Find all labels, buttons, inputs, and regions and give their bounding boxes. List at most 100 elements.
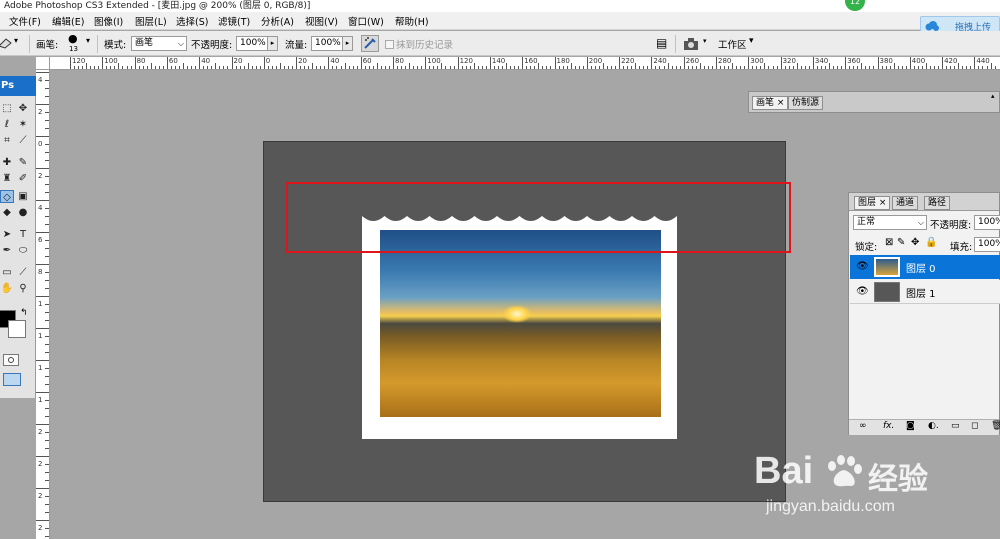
swap-colors-icon[interactable]: ↰ <box>20 308 28 318</box>
tab-channels[interactable]: 通道 <box>892 196 919 210</box>
dodge-tool-icon[interactable]: ● <box>16 206 30 219</box>
palette-well-icon[interactable]: ▤ <box>656 36 667 50</box>
ruler-corner[interactable] <box>36 57 50 70</box>
ruler-tick <box>643 66 645 69</box>
path-selection-tool-icon[interactable]: ➤ <box>0 228 14 241</box>
lock-position-icon[interactable]: ✥ <box>911 237 919 248</box>
camera-arrow[interactable]: ▾ <box>703 37 707 45</box>
flow-slider-button[interactable]: ▸ <box>342 36 353 51</box>
magic-wand-tool-icon[interactable]: ✶ <box>16 118 30 131</box>
workspace-chevron-icon[interactable]: ▾ <box>749 36 754 46</box>
ruler-tick <box>45 152 49 153</box>
mode-select[interactable]: 画笔 ⌵ <box>131 36 187 51</box>
ruler-tick <box>994 66 996 69</box>
shape-tool-icon[interactable]: ⬭ <box>16 244 30 257</box>
delete-layer-icon[interactable]: 🗑 <box>991 421 1000 431</box>
airbrush-button[interactable] <box>361 35 379 52</box>
screen-mode-button[interactable] <box>3 373 21 386</box>
ruler-vertical[interactable]: 4 2 0 2 4 6 8 1 1 1 1 2 2 2 2 <box>36 70 50 539</box>
lock-transparency-icon[interactable]: ⊠ <box>885 237 893 248</box>
crop-tool-icon[interactable]: ⌗ <box>0 134 14 147</box>
brush-picker-arrow[interactable]: ▾ <box>86 36 90 45</box>
ruler-tick <box>602 63 604 69</box>
collapse-icon[interactable]: ▴ <box>991 92 995 100</box>
quick-mask-button[interactable] <box>3 354 19 366</box>
ruler-label: 40 <box>201 57 211 65</box>
notes-tool-icon[interactable]: ▭ <box>0 266 14 279</box>
ruler-tick <box>655 66 657 69</box>
pen-tool-icon[interactable]: ✒ <box>0 244 14 257</box>
close-icon[interactable]: × <box>879 198 887 208</box>
brush-tool-icon[interactable]: ✎ <box>16 156 30 169</box>
opacity-slider-button[interactable]: ▸ <box>267 36 278 51</box>
zoom-tool-icon[interactable]: ⚲ <box>16 282 30 295</box>
ruler-tick <box>45 184 49 185</box>
ruler-tick <box>134 57 136 69</box>
menu-view[interactable]: 视图(V) <box>305 14 338 28</box>
ruler-horizontal[interactable]: 120 100 80 60 40 20 0 20 40 60 80 100 120 140 160 180 20… <box>50 57 1000 70</box>
ruler-tick <box>292 66 294 69</box>
ruler-tick <box>631 66 633 69</box>
gradient-tool-icon[interactable]: ▣ <box>16 190 30 203</box>
add-mask-icon[interactable]: ◙ <box>906 421 915 431</box>
hand-tool-icon[interactable]: ✋ <box>0 282 14 295</box>
flow-input[interactable]: 100% <box>311 36 343 51</box>
brush-dot-icon[interactable]: ● <box>68 32 78 45</box>
layer-row[interactable]: 👁 图层 1 <box>850 280 1000 304</box>
menu-help[interactable]: 帮助(H) <box>395 14 429 28</box>
healing-brush-tool-icon[interactable]: ✚ <box>0 156 14 169</box>
lock-all-icon[interactable]: 🔒 <box>925 237 937 248</box>
fx-icon[interactable]: fx. <box>883 421 894 431</box>
menu-select[interactable]: 选择(S) <box>176 14 208 28</box>
camera-icon[interactable] <box>683 37 701 51</box>
adjustment-layer-icon[interactable]: ◐. <box>928 421 939 431</box>
visibility-eye-icon[interactable]: 👁 <box>856 261 869 272</box>
slice-tool-icon[interactable]: ⟋ <box>16 134 30 147</box>
blend-mode-select[interactable]: 正常 ⌵ <box>853 215 927 230</box>
type-tool-icon[interactable]: T <box>16 228 30 241</box>
lock-paint-icon[interactable]: ✎ <box>897 237 905 248</box>
layer-opacity-input[interactable]: 100% <box>974 215 1000 230</box>
workspace-button[interactable]: 工作区 <box>718 37 747 51</box>
ruler-tick <box>958 63 960 69</box>
ruler-tick <box>453 66 455 69</box>
eraser-tool-icon[interactable]: ◇ <box>0 190 14 203</box>
menu-layer[interactable]: 图层(L) <box>135 14 167 28</box>
new-group-icon[interactable]: ▭ <box>951 421 960 431</box>
marquee-tool-icon[interactable]: ⬚ <box>0 102 14 115</box>
close-icon[interactable]: × <box>777 98 785 108</box>
menu-window[interactable]: 窗口(W) <box>348 14 384 28</box>
opacity-input[interactable]: 100% <box>236 36 268 51</box>
menu-edit[interactable]: 编辑(E) <box>52 14 84 28</box>
menu-image[interactable]: 图像(I) <box>94 14 123 28</box>
ruler-tick <box>170 66 172 69</box>
history-checkbox[interactable] <box>385 40 394 49</box>
ruler-tick <box>90 66 92 69</box>
fill-input[interactable]: 100% <box>974 237 1000 252</box>
history-brush-tool-icon[interactable]: ✐ <box>16 172 30 185</box>
tab-paths[interactable]: 路径 <box>924 196 951 210</box>
menu-filter[interactable]: 滤镜(T) <box>218 14 250 28</box>
clone-stamp-tool-icon[interactable]: ♜ <box>0 172 14 185</box>
new-layer-icon[interactable]: ◻ <box>971 421 978 431</box>
eraser-tool-icon[interactable] <box>0 37 12 49</box>
tool-preset-arrow[interactable]: ▾ <box>14 36 18 45</box>
tab-clone-source[interactable]: 仿制源 <box>788 96 824 110</box>
tab-layers[interactable]: 图层 × <box>854 196 891 210</box>
background-color-swatch[interactable] <box>8 320 26 338</box>
ruler-tick <box>413 66 415 69</box>
blur-tool-icon[interactable]: ◆ <box>0 206 14 219</box>
menu-analysis[interactable]: 分析(A) <box>261 14 294 28</box>
tab-brush[interactable]: 画笔 × <box>752 96 789 110</box>
ruler-tick <box>869 66 871 69</box>
link-layers-icon[interactable]: ∞ <box>859 421 867 431</box>
move-tool-icon[interactable]: ✥ <box>16 102 30 115</box>
lasso-tool-icon[interactable]: ℓ <box>0 118 14 131</box>
ruler-label: 2 <box>38 492 43 500</box>
ruler-tick <box>279 63 281 69</box>
layer-row[interactable]: 👁 图层 0 <box>850 255 1000 279</box>
eyedropper-tool-icon[interactable]: ⟋ <box>16 266 30 279</box>
ruler-tick <box>45 464 49 465</box>
visibility-eye-icon[interactable]: 👁 <box>856 286 869 297</box>
menu-file[interactable]: 文件(F) <box>9 14 41 28</box>
